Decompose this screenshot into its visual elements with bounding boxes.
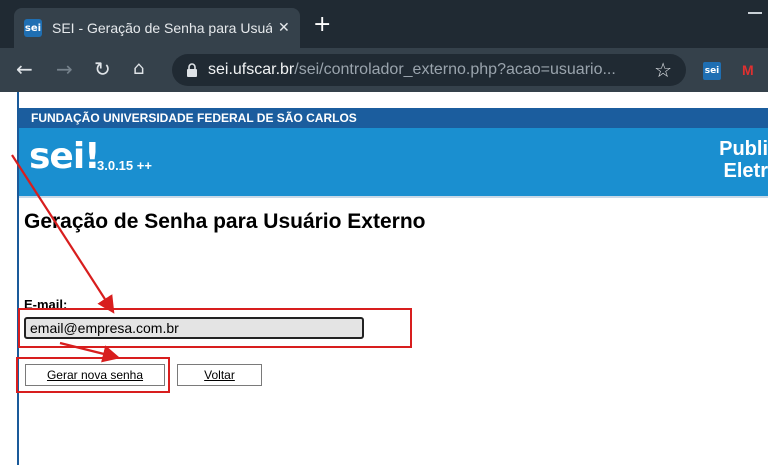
sei-extension-icon[interactable]: sei	[703, 62, 721, 80]
web-page: FUNDAÇÃO UNIVERSIDADE FEDERAL DE SÃO CAR…	[0, 92, 768, 465]
browser-toolbar: ← → ↻ ⌂ sei.ufscar.br/sei/controlador_ex…	[0, 48, 768, 92]
browser-tab[interactable]: sei SEI - Geração de Senha para Usuá ✕	[14, 8, 300, 48]
header-right-line2: Eletr	[723, 160, 768, 182]
button-highlight-box	[16, 357, 170, 393]
version-label: 3.0.15 ++	[97, 158, 152, 173]
page-title: Geração de Senha para Usuário Externo	[24, 210, 426, 233]
tab-title: SEI - Geração de Senha para Usuá	[52, 20, 272, 36]
email-highlight-box	[18, 308, 412, 348]
new-tab-icon[interactable]: +	[313, 12, 331, 37]
organization-bar: FUNDAÇÃO UNIVERSIDADE FEDERAL DE SÃO CAR…	[19, 108, 768, 128]
home-icon[interactable]: ⌂	[133, 57, 144, 81]
forward-arrow-icon[interactable]: →	[56, 57, 73, 81]
close-tab-icon[interactable]: ✕	[278, 20, 290, 36]
back-button[interactable]: Voltar	[177, 364, 262, 386]
url-path: /sei/controlador_externo.php?acao=usuari…	[294, 61, 616, 78]
lock-icon	[187, 63, 197, 77]
header-right-title: Publi Eletr	[719, 138, 768, 182]
sei-favicon-icon: sei	[24, 19, 42, 37]
url-text: sei.ufscar.br/sei/controlador_externo.ph…	[208, 61, 628, 79]
sei-logo: sei!	[29, 136, 101, 177]
minimize-window-icon[interactable]	[748, 12, 762, 14]
url-host: sei.ufscar.br	[208, 61, 295, 78]
sei-header: sei! 3.0.15 ++ Publi Eletr	[19, 128, 768, 196]
address-bar[interactable]: sei.ufscar.br/sei/controlador_externo.ph…	[172, 54, 686, 86]
bookmark-star-icon[interactable]: ☆	[654, 58, 672, 82]
reload-icon[interactable]: ↻	[94, 57, 111, 81]
back-arrow-icon[interactable]: ←	[16, 57, 33, 81]
browser-tab-strip: sei SEI - Geração de Senha para Usuá ✕ +	[0, 0, 768, 48]
header-right-line1: Publi	[719, 138, 768, 160]
header-divider	[19, 196, 768, 198]
m-extension-icon[interactable]: M	[742, 62, 754, 78]
